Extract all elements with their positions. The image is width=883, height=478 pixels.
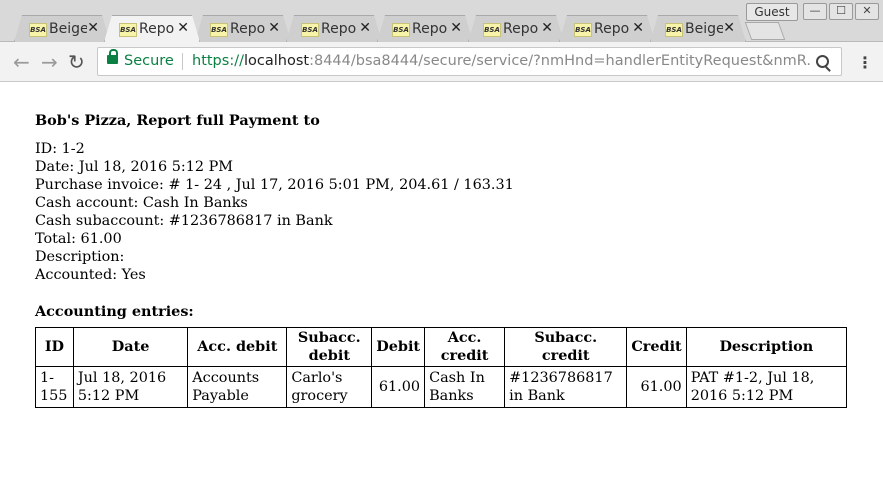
- cell-description: PAT #1-2, Jul 18, 2016 5:12 PM: [685, 366, 848, 408]
- tab-report-7[interactable]: BSA Repo ✕: [559, 15, 655, 42]
- tab-report-5[interactable]: BSA Repo ✕: [377, 15, 473, 42]
- maximize-icon[interactable]: ☐: [829, 3, 853, 20]
- url-path: :8444/bsa8444/secure/service/?nmHnd=hand…: [309, 53, 812, 69]
- cell-date: Jul 18, 2016 5:12 PM: [72, 366, 189, 408]
- column-header-id: ID: [35, 327, 74, 367]
- cell-acc-debit: Accounts Payable: [187, 366, 288, 408]
- tab-title: Beige: [685, 21, 723, 37]
- report-heading: Bob's Pizza, Report full Payment to: [35, 112, 320, 129]
- column-header-acc-credit: Acc. credit: [424, 327, 506, 367]
- address-bar[interactable]: Secure https://localhost:8444/bsa8444/se…: [97, 47, 842, 76]
- accounting-entries-title: Accounting entries:: [35, 303, 194, 320]
- url-scheme: https://: [192, 53, 244, 69]
- profile-button[interactable]: Guest: [746, 3, 798, 21]
- new-tab-button[interactable]: [744, 22, 786, 40]
- cell-credit: 61.00: [626, 366, 687, 408]
- tab-title: Repo: [412, 21, 448, 37]
- bsa-favicon-icon: BSA: [483, 23, 501, 37]
- close-tab-icon[interactable]: ✕: [723, 20, 735, 36]
- report-cash-subaccount: Cash subaccount: #1236786817 in Bank: [35, 213, 333, 229]
- cell-id: 1-155: [35, 366, 74, 408]
- back-arrow-icon[interactable]: ←: [13, 52, 30, 72]
- column-header-credit: Credit: [626, 327, 687, 367]
- close-window-icon[interactable]: ✕: [855, 3, 879, 20]
- bsa-favicon-icon: BSA: [665, 23, 683, 37]
- report-accounted: Accounted: Yes: [35, 267, 146, 283]
- bsa-favicon-icon: BSA: [210, 23, 228, 37]
- bsa-favicon-icon: BSA: [392, 23, 410, 37]
- lock-icon: [107, 49, 118, 64]
- forward-arrow-icon[interactable]: →: [41, 52, 58, 72]
- column-header-date: Date: [72, 327, 189, 367]
- bsa-favicon-icon: BSA: [119, 23, 137, 37]
- tab-beige-8[interactable]: BSA Beige ✕: [650, 15, 746, 42]
- cell-debit: 61.00: [371, 366, 426, 408]
- security-label: Secure: [124, 53, 174, 69]
- tab-title: Repo: [503, 21, 539, 37]
- search-icon[interactable]: [816, 55, 829, 68]
- bsa-favicon-icon: BSA: [301, 23, 319, 37]
- bsa-favicon-icon: BSA: [574, 23, 592, 37]
- report-total: Total: 61.00: [35, 231, 122, 247]
- tab-report-3[interactable]: BSA Repo ✕: [195, 15, 291, 42]
- tab-title: Repo: [230, 21, 266, 37]
- column-header-acc-debit: Acc. debit: [187, 327, 288, 367]
- minimize-icon[interactable]: —: [803, 3, 827, 20]
- close-tab-icon[interactable]: ✕: [268, 20, 280, 36]
- column-header-subacc-debit: Subacc. debit: [286, 327, 373, 367]
- tab-report-6[interactable]: BSA Repo ✕: [468, 15, 564, 42]
- tab-report-active[interactable]: BSA Repo ✕: [104, 15, 200, 42]
- tab-title: Beige: [49, 21, 87, 37]
- close-tab-icon[interactable]: ✕: [359, 20, 371, 36]
- tab-report-4[interactable]: BSA Repo ✕: [286, 15, 382, 42]
- cell-subacc-debit: Carlo's grocery: [286, 366, 373, 408]
- url-host: localhost: [243, 53, 310, 69]
- reload-icon[interactable]: ↻: [68, 52, 85, 72]
- address-divider: [182, 53, 183, 70]
- cell-subacc-credit: #1236786817 in Bank: [504, 366, 628, 408]
- report-cash-account: Cash account: Cash In Banks: [35, 195, 248, 211]
- tab-title: Repo: [594, 21, 630, 37]
- column-header-subacc-credit: Subacc. credit: [504, 327, 628, 367]
- table-header-row: ID Date Acc. debit Subacc. debit Debit A…: [35, 327, 848, 367]
- cell-acc-credit: Cash In Banks: [424, 366, 506, 408]
- close-tab-icon[interactable]: ✕: [87, 20, 99, 36]
- close-tab-icon[interactable]: ✕: [541, 20, 553, 36]
- url-text[interactable]: https://localhost:8444/bsa8444/secure/se…: [192, 53, 812, 69]
- browser-menu-icon[interactable]: ⋮: [857, 53, 873, 72]
- accounting-entries-table: ID Date Acc. debit Subacc. debit Debit A…: [35, 327, 848, 408]
- close-tab-icon[interactable]: ✕: [177, 20, 189, 36]
- table-row: 1-155 Jul 18, 2016 5:12 PM Accounts Paya…: [35, 366, 848, 408]
- report-content: Bob's Pizza, Report full Payment to ID: …: [35, 112, 850, 408]
- tab-beige-1[interactable]: BSA Beige ✕: [14, 15, 110, 42]
- close-tab-icon[interactable]: ✕: [450, 20, 462, 36]
- tab-title: Repo: [139, 21, 175, 37]
- report-id: ID: 1-2: [35, 141, 85, 157]
- report-date: Date: Jul 18, 2016 5:12 PM: [35, 159, 234, 175]
- tab-title: Repo: [321, 21, 357, 37]
- column-header-description: Description: [685, 327, 848, 367]
- column-header-debit: Debit: [371, 327, 426, 367]
- tab-strip: BSA Beige ✕ BSA Repo ✕ BSA Repo ✕ BSA Re…: [0, 0, 883, 42]
- report-description: Description:: [35, 249, 125, 265]
- bsa-favicon-icon: BSA: [29, 23, 47, 37]
- close-tab-icon[interactable]: ✕: [632, 20, 644, 36]
- report-purchase-invoice: Purchase invoice: # 1- 24 , Jul 17, 2016…: [35, 177, 514, 193]
